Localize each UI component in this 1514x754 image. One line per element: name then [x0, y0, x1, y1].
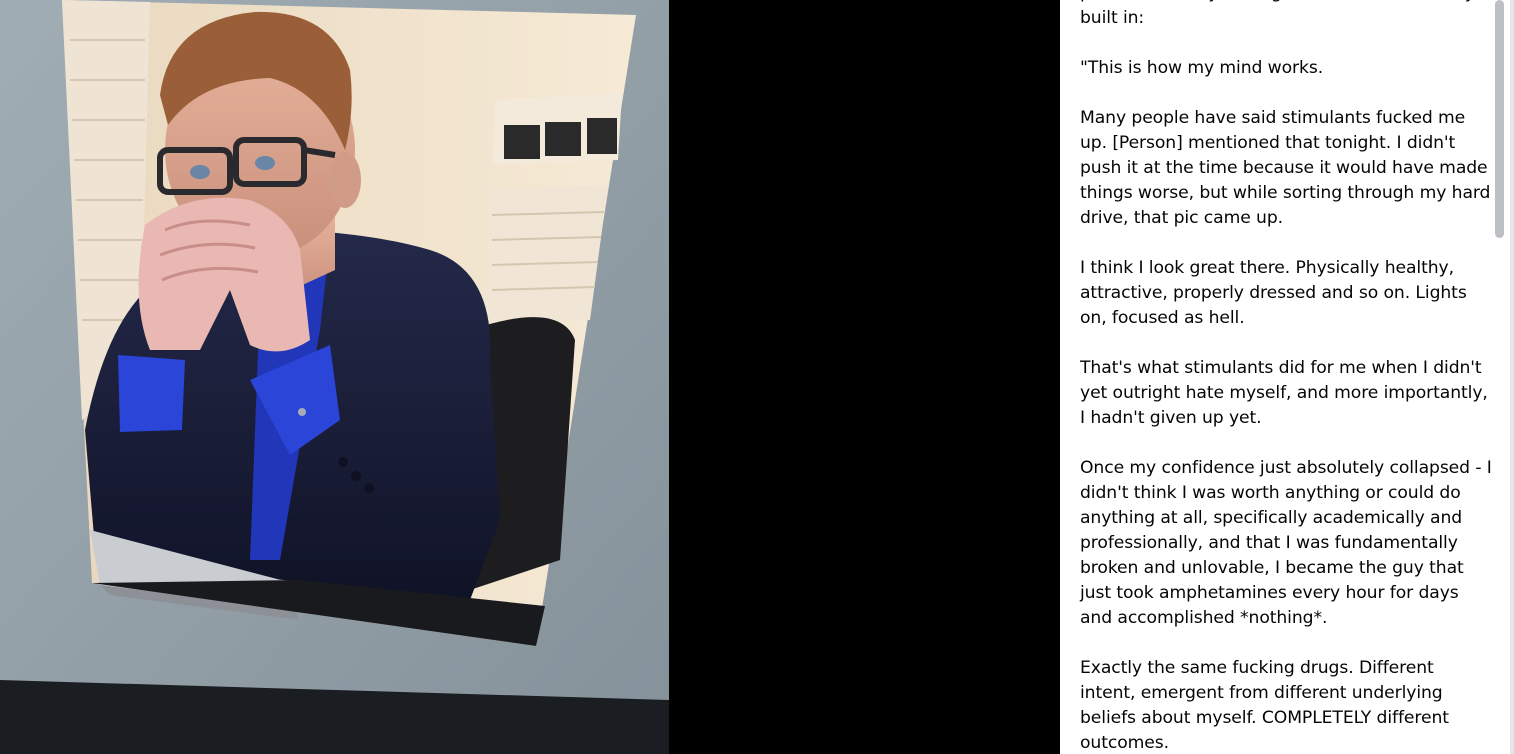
window-edge [1510, 0, 1514, 754]
post-paragraph: Once my confidence just absolutely colla… [1080, 458, 1492, 628]
photo-viewer [0, 0, 1060, 754]
post-paragraph: I think I look great there. Physically h… [1080, 258, 1467, 328]
photo-image [0, 0, 669, 754]
post-side-panel: photo from six years ago. The context is… [1060, 0, 1514, 754]
side-panel-scrollbar[interactable] [1494, 0, 1506, 754]
post-paragraph: "This is how my mind works. [1080, 58, 1324, 78]
post-paragraph: That's what stimulants did for me when I… [1080, 358, 1488, 428]
post-body-text: photo from six years ago. The context is… [1080, 0, 1492, 754]
post-paragraph: Exactly the same fucking drugs. Differen… [1080, 658, 1449, 753]
scrollbar-thumb[interactable] [1495, 0, 1504, 238]
post-photo[interactable] [0, 0, 669, 754]
post-paragraph: Many people have said stimulants fucked … [1080, 108, 1491, 228]
post-paragraph: photo from six years ago. The context is… [1080, 0, 1475, 28]
